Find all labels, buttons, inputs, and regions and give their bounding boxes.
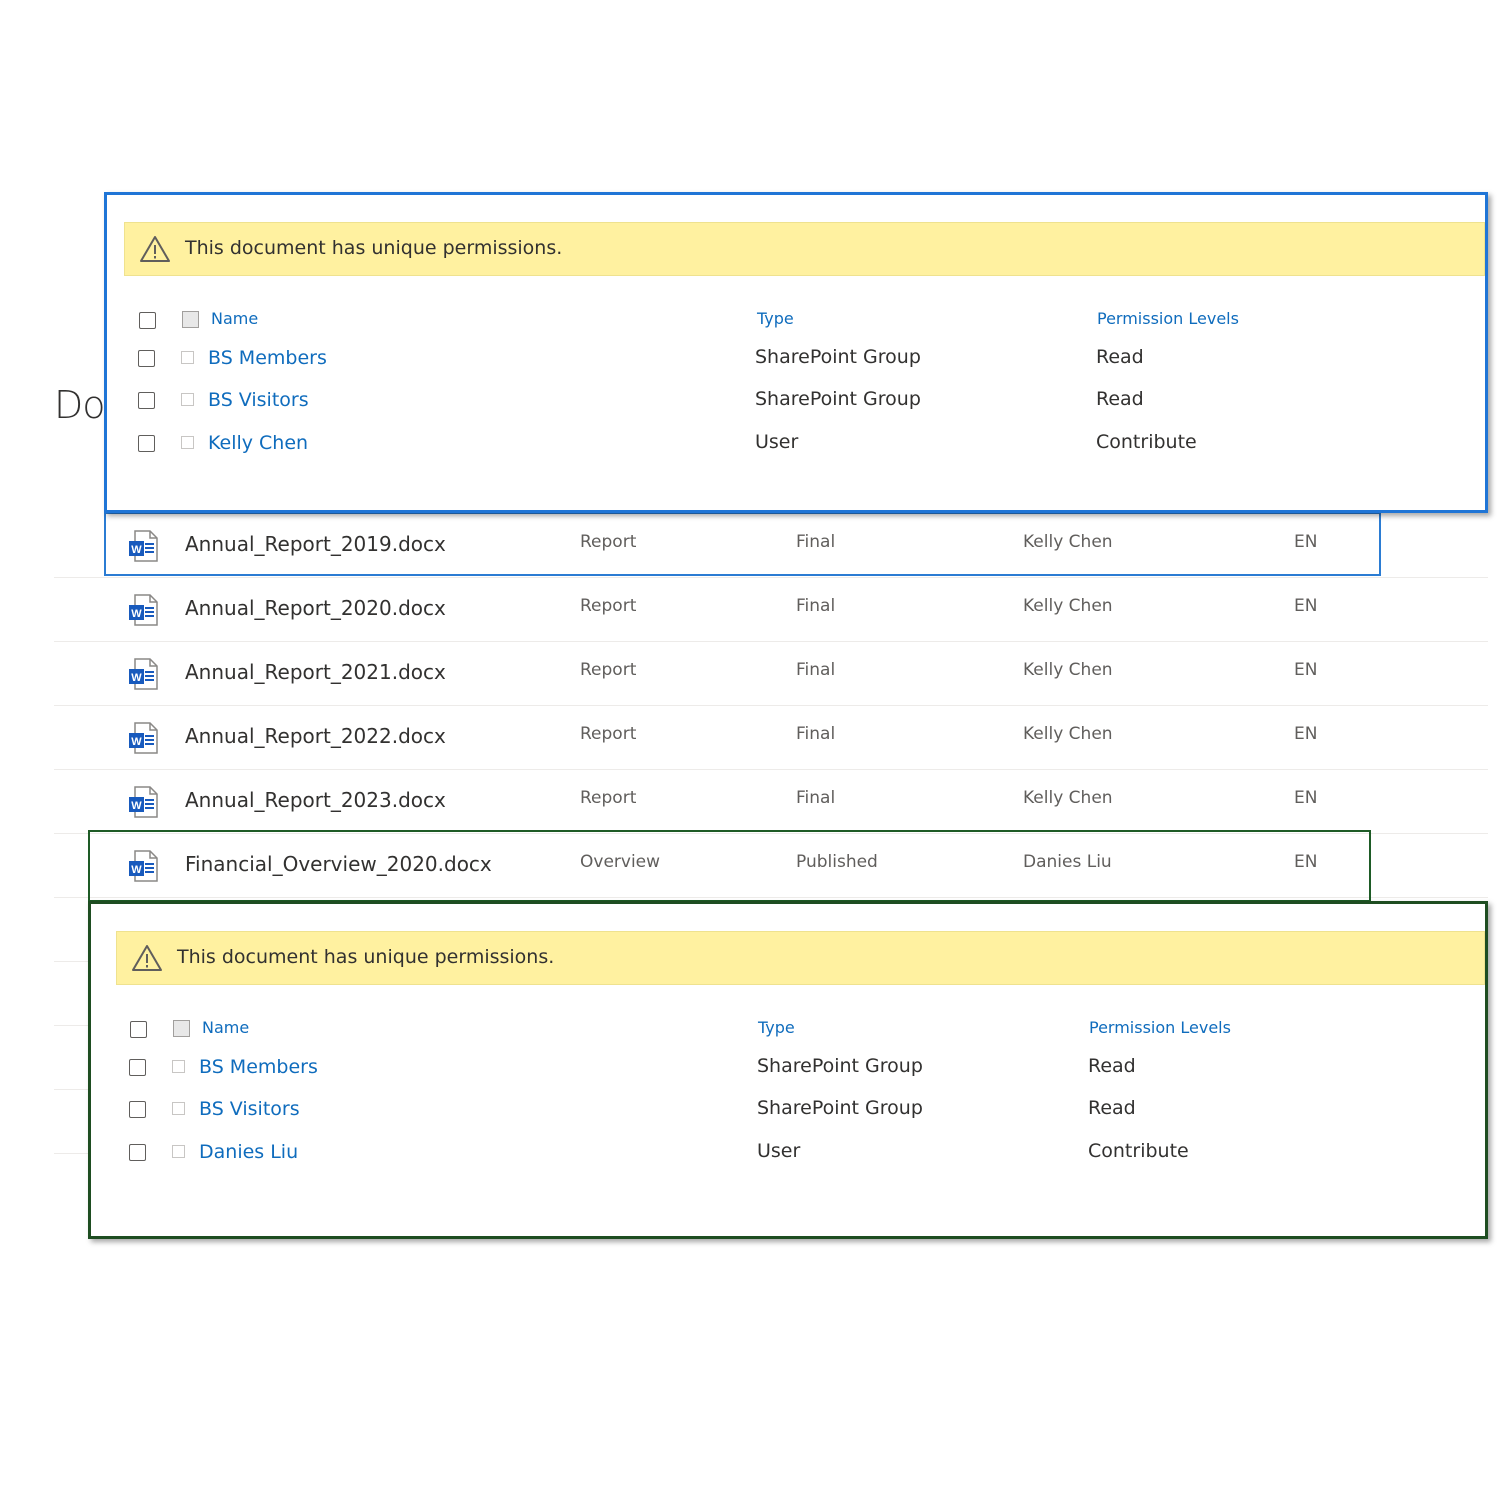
doc-type: Report [580, 532, 637, 552]
column-header-permission[interactable]: Permission Levels [1097, 309, 1239, 328]
table-row[interactable]: W Financial_Overview_2020.docx Overview … [54, 833, 1488, 898]
svg-text:W: W [131, 608, 142, 620]
word-document-icon: W [129, 530, 158, 562]
doc-status: Published [796, 852, 878, 872]
file-name[interactable]: Financial_Overview_2020.docx [185, 852, 492, 876]
svg-text:W: W [131, 800, 142, 812]
table-row[interactable]: W Annual_Report_2021.docx Report Final K… [54, 641, 1488, 706]
svg-text:W: W [131, 864, 142, 876]
doc-status: Final [796, 724, 836, 744]
doc-status: Final [796, 532, 836, 552]
principal-icon [181, 351, 194, 364]
file-name[interactable]: Annual_Report_2022.docx [185, 724, 446, 748]
table-row[interactable]: W Annual_Report_2023.docx Report Final K… [54, 769, 1488, 834]
principal-link[interactable]: Danies Liu [199, 1141, 298, 1163]
permission-level: Read [1096, 346, 1144, 368]
page-title: Do [54, 383, 106, 427]
principal-type: SharePoint Group [757, 1097, 923, 1119]
doc-language: EN [1294, 660, 1318, 680]
permission-level: Read [1088, 1097, 1136, 1119]
principal-icon [172, 1145, 185, 1158]
doc-language: EN [1294, 532, 1318, 552]
warning-bar: This document has unique permissions. [116, 931, 1485, 985]
doc-owner: Danies Liu [1023, 852, 1112, 872]
word-document-icon: W [129, 722, 158, 754]
doc-owner: Kelly Chen [1023, 724, 1113, 744]
warning-text: This document has unique permissions. [177, 946, 555, 968]
row-checkbox[interactable] [129, 1144, 146, 1161]
permissions-popup-blue: This document has unique permissions. Na… [104, 192, 1488, 513]
doc-language: EN [1294, 852, 1318, 872]
column-header-permission[interactable]: Permission Levels [1089, 1018, 1231, 1037]
file-name[interactable]: Annual_Report_2020.docx [185, 596, 446, 620]
row-checkbox[interactable] [129, 1101, 146, 1118]
doc-status: Final [796, 596, 836, 616]
warning-triangle-icon [140, 236, 170, 262]
column-header-name[interactable]: Name [202, 1018, 249, 1037]
word-document-icon: W [129, 850, 158, 882]
word-document-icon: W [129, 658, 158, 690]
header-type-icon [173, 1020, 190, 1037]
row-checkbox[interactable] [138, 392, 155, 409]
permission-level: Contribute [1096, 431, 1197, 453]
warning-text: This document has unique permissions. [185, 237, 563, 259]
principal-icon [172, 1102, 185, 1115]
doc-owner: Kelly Chen [1023, 532, 1113, 552]
table-row[interactable]: W Annual_Report_2020.docx Report Final K… [54, 577, 1488, 642]
doc-language: EN [1294, 724, 1318, 744]
principal-link[interactable]: BS Visitors [208, 389, 309, 411]
doc-status: Final [796, 788, 836, 808]
principal-icon [181, 436, 194, 449]
file-name[interactable]: Annual_Report_2023.docx [185, 788, 446, 812]
principal-type: SharePoint Group [755, 346, 921, 368]
row-checkbox[interactable] [138, 435, 155, 452]
principal-type: User [755, 431, 799, 453]
doc-language: EN [1294, 596, 1318, 616]
principal-link[interactable]: BS Members [199, 1056, 318, 1078]
permission-level: Read [1096, 388, 1144, 410]
doc-type: Report [580, 660, 637, 680]
svg-text:W: W [131, 544, 142, 556]
permission-level: Read [1088, 1055, 1136, 1077]
header-type-icon [182, 311, 199, 328]
column-header-name[interactable]: Name [211, 309, 258, 328]
svg-text:W: W [131, 672, 142, 684]
doc-type: Report [580, 788, 637, 808]
principal-link[interactable]: BS Members [208, 347, 327, 369]
principal-type: User [757, 1140, 801, 1162]
permission-level: Contribute [1088, 1140, 1189, 1162]
doc-type: Overview [580, 852, 661, 872]
select-all-checkbox[interactable] [130, 1021, 147, 1038]
principal-link[interactable]: Kelly Chen [208, 432, 308, 454]
select-all-checkbox[interactable] [139, 312, 156, 329]
warning-bar: This document has unique permissions. [124, 222, 1485, 276]
principal-icon [172, 1060, 185, 1073]
doc-type: Report [580, 596, 637, 616]
doc-type: Report [580, 724, 637, 744]
row-checkbox[interactable] [129, 1059, 146, 1076]
doc-status: Final [796, 660, 836, 680]
table-row[interactable]: W Annual_Report_2019.docx Report Final K… [54, 513, 1488, 578]
column-header-type[interactable]: Type [758, 1018, 795, 1037]
doc-owner: Kelly Chen [1023, 788, 1113, 808]
principal-icon [181, 393, 194, 406]
svg-text:W: W [131, 736, 142, 748]
principal-link[interactable]: BS Visitors [199, 1098, 300, 1120]
file-name[interactable]: Annual_Report_2021.docx [185, 660, 446, 684]
word-document-icon: W [129, 594, 158, 626]
file-name[interactable]: Annual_Report_2019.docx [185, 532, 446, 556]
word-document-icon: W [129, 786, 158, 818]
doc-owner: Kelly Chen [1023, 596, 1113, 616]
principal-type: SharePoint Group [755, 388, 921, 410]
principal-type: SharePoint Group [757, 1055, 923, 1077]
permissions-popup-green: This document has unique permissions. Na… [88, 901, 1488, 1239]
row-checkbox[interactable] [138, 350, 155, 367]
table-row[interactable]: W Annual_Report_2022.docx Report Final K… [54, 705, 1488, 770]
warning-triangle-icon [132, 945, 162, 971]
column-header-type[interactable]: Type [757, 309, 794, 328]
doc-language: EN [1294, 788, 1318, 808]
doc-owner: Kelly Chen [1023, 660, 1113, 680]
